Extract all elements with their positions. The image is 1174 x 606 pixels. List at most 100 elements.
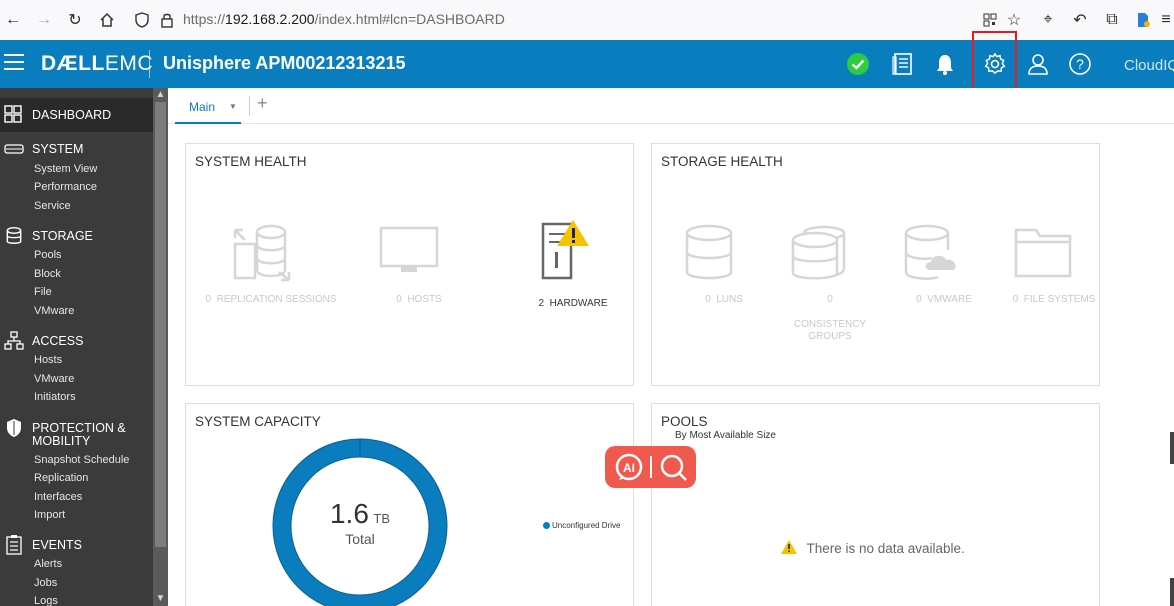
- ai-search-floating-button[interactable]: AI: [605, 446, 696, 488]
- hamburger-menu-icon[interactable]: [4, 54, 24, 72]
- bell-icon[interactable]: [931, 50, 959, 78]
- sidebar-item-dashboard[interactable]: DASHBOARD: [0, 98, 153, 132]
- metric-hardware[interactable]: 2 HARDWARE: [533, 220, 608, 309]
- metric-vmware[interactable]: 0 VMWARE: [904, 224, 972, 305]
- status-ok-icon[interactable]: [844, 50, 872, 78]
- system-health-panel: SYSTEM HEALTH 0 REPLICATION SESSIONS 0 H…: [185, 143, 634, 386]
- header-divider: [149, 50, 150, 78]
- report-icon[interactable]: [889, 50, 917, 78]
- hosts-count: 0: [396, 294, 402, 305]
- sidebar: DASHBOARD SYSTEM System View Performance…: [0, 88, 153, 606]
- storage-health-panel: STORAGE HEALTH 0 LUNS 0 CONSISTENCY GROU…: [651, 143, 1100, 386]
- legend-unconfigured-drive[interactable]: Unconfigured Drive: [543, 521, 620, 530]
- sidebar-scroll-thumb[interactable]: [155, 102, 166, 547]
- legend-label: Unconfigured Drive: [552, 521, 621, 530]
- sidebar-item-jobs[interactable]: Jobs: [34, 577, 57, 589]
- back-icon[interactable]: ←: [1, 8, 25, 32]
- sidebar-item-vmware[interactable]: VMware: [34, 305, 74, 317]
- undo-icon[interactable]: ↶: [1068, 8, 1092, 32]
- app-title: Unisphere APM00212313215: [163, 53, 406, 73]
- hosts-label: HOSTS: [407, 294, 442, 305]
- tab-main-label: Main: [189, 100, 216, 114]
- user-icon[interactable]: [1024, 50, 1052, 78]
- sidebar-item-performance[interactable]: Performance: [34, 181, 97, 193]
- window-edge-marker: [1170, 432, 1174, 464]
- sidebar-section-title[interactable]: SYSTEM: [32, 142, 83, 156]
- lun-icon: [685, 224, 733, 280]
- replication-label: REPLICATION SESSIONS: [216, 294, 337, 305]
- crop-icon[interactable]: ⌖: [1036, 8, 1060, 32]
- search-icon: [660, 454, 687, 481]
- pools-subtitle: By Most Available Size: [675, 430, 776, 441]
- replication-icon: [233, 224, 291, 282]
- reload-icon[interactable]: ↻: [63, 8, 87, 32]
- metric-hosts[interactable]: 0 HOSTS: [379, 226, 442, 305]
- tab-divider: [249, 96, 250, 116]
- chevron-down-icon[interactable]: ▼: [229, 102, 237, 111]
- metric-file-systems[interactable]: 0 FILE SYSTEMS: [1013, 226, 1095, 305]
- lock-warning-icon[interactable]: [155, 8, 179, 32]
- sidebar-section-title[interactable]: STORAGE: [32, 229, 93, 243]
- metric-consistency-groups[interactable]: 0 CONSISTENCY GROUPS: [790, 224, 866, 342]
- sidebar-item-interfaces[interactable]: Interfaces: [34, 491, 82, 503]
- dashboard-tabbar: Main ▼ +: [168, 88, 1174, 124]
- home-icon[interactable]: [95, 8, 119, 32]
- system-capacity-panel: SYSTEM CAPACITY 1.6 TB Total: [185, 403, 634, 606]
- storage-icon: [6, 226, 22, 244]
- shield-icon: [7, 419, 21, 437]
- tab-main[interactable]: Main ▼: [175, 96, 241, 124]
- help-icon[interactable]: ?: [1066, 50, 1094, 78]
- svg-text:?: ?: [1076, 56, 1084, 72]
- sidebar-item-logs[interactable]: Logs: [34, 595, 58, 606]
- sidebar-item-block[interactable]: Block: [34, 268, 61, 280]
- sidebar-item-hosts[interactable]: Hosts: [34, 354, 62, 366]
- vmware-datastore-icon: [904, 224, 956, 280]
- sidebar-section-title[interactable]: EVENTS: [32, 538, 82, 552]
- menu-icon[interactable]: ≡: [1158, 8, 1174, 32]
- sidebar-item-file[interactable]: File: [34, 286, 52, 298]
- add-tab-button[interactable]: +: [257, 93, 268, 114]
- scroll-down-arrow-icon[interactable]: ▼: [153, 593, 168, 605]
- bookmark-star-icon[interactable]: ☆: [1002, 8, 1026, 32]
- capacity-total-value: 1.6 TB: [310, 498, 410, 530]
- pools-empty-message: There is no data available.: [781, 540, 965, 558]
- sidebar-item-initiators[interactable]: Initiators: [34, 391, 76, 403]
- metric-luns[interactable]: 0 LUNS: [684, 224, 743, 305]
- scroll-up-arrow-icon[interactable]: ▲: [153, 89, 168, 101]
- dashboard-icon: [4, 105, 22, 123]
- sidebar-item-alerts[interactable]: Alerts: [34, 558, 62, 570]
- capacity-total-caption: Total: [345, 531, 375, 547]
- metric-replication-sessions[interactable]: 0 REPLICATION SESSIONS: [206, 222, 336, 305]
- sidebar-item-vmware-access[interactable]: VMware: [34, 373, 74, 385]
- sidebar-item-system-view[interactable]: System View: [34, 163, 97, 175]
- sidebar-item-pools[interactable]: Pools: [34, 249, 62, 261]
- highlight-annotation-box: [972, 31, 1017, 94]
- extensions-icon[interactable]: ⧉: [1100, 8, 1124, 32]
- sidebar-item-service[interactable]: Service: [34, 200, 71, 212]
- monitor-icon: [379, 226, 439, 272]
- sidebar-scrollbar[interactable]: ▲ ▼: [153, 88, 168, 606]
- sidebar-dashboard-label: DASHBOARD: [32, 108, 112, 122]
- sidebar-section-title[interactable]: ACCESS: [32, 334, 83, 348]
- consistency-label-line1: CONSISTENCY: [793, 319, 867, 330]
- window-edge-marker: [1170, 578, 1174, 606]
- sidebar-item-replication[interactable]: Replication: [34, 472, 88, 484]
- cloudiq-link[interactable]: CloudIQ: [1124, 57, 1174, 74]
- sidebar-section-title[interactable]: PROTECTION &: [32, 421, 126, 435]
- consistency-group-icon: [791, 225, 846, 280]
- file-systems-label: FILE SYSTEMS: [1023, 294, 1096, 305]
- replication-count: 0: [205, 294, 212, 305]
- system-health-title: SYSTEM HEALTH: [195, 154, 307, 169]
- forward-icon[interactable]: →: [32, 8, 56, 32]
- main-content: Main ▼ + SYSTEM HEALTH 0 REPLICATION SES…: [168, 88, 1174, 606]
- shield-icon[interactable]: [130, 8, 154, 32]
- luns-count: 0: [705, 294, 711, 305]
- sidebar-item-snapshot-schedule[interactable]: Snapshot Schedule: [34, 454, 129, 466]
- sidebar-item-import[interactable]: Import: [34, 509, 65, 521]
- vmware-label: VMWARE: [927, 294, 972, 305]
- sidebar-section-title-line2[interactable]: MOBILITY: [32, 434, 90, 448]
- profile-extension-icon[interactable]: [1131, 8, 1155, 32]
- qr-code-icon[interactable]: [978, 8, 1002, 32]
- url-field[interactable]: https://192.168.2.200/index.html#lcn=DAS…: [183, 11, 505, 27]
- ai-assistant-icon: AI: [615, 453, 643, 481]
